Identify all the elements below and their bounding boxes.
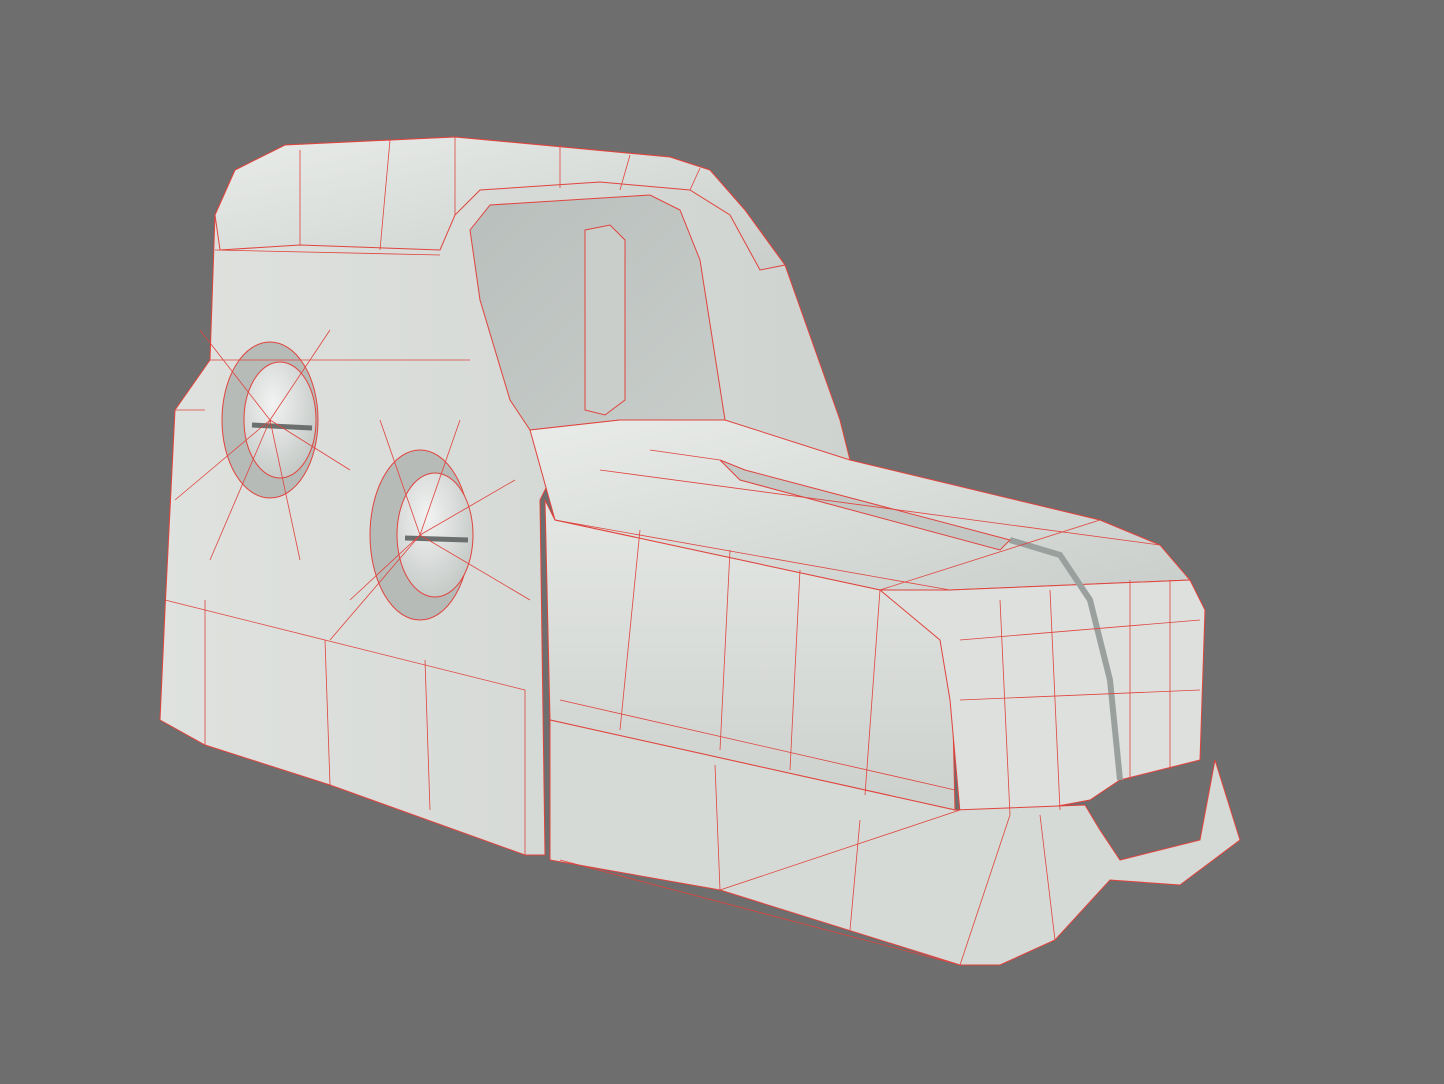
window-inner-frame: [584, 224, 626, 416]
3d-viewport[interactable]: [0, 0, 1444, 1084]
screw-knob-1: [243, 361, 317, 479]
model-render[interactable]: [0, 0, 1444, 1084]
